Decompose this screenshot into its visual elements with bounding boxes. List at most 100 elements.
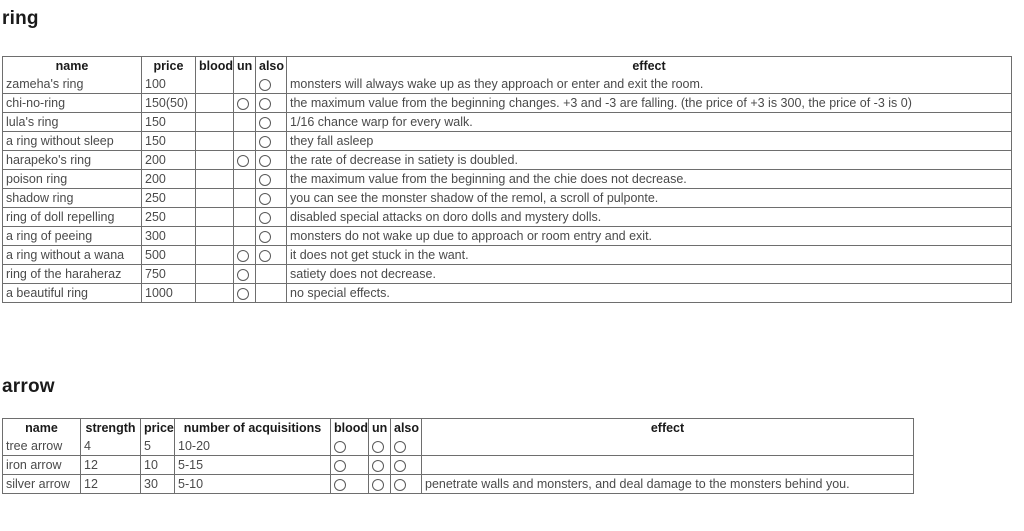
arrow-cell-acquisitions: 5-10 <box>175 475 331 493</box>
ring-cell-also <box>256 94 287 113</box>
circle-marker-icon <box>237 249 249 262</box>
ring-cell-un <box>234 265 256 284</box>
arrow-header-name: name <box>3 419 81 437</box>
table-row: ring of doll repelling 250 disabled specia… <box>3 208 1011 227</box>
circle-marker-icon <box>394 459 406 472</box>
ring-cell-blood <box>196 246 234 265</box>
arrow-cell-name: tree arrow <box>3 437 81 456</box>
arrow-cell-effect <box>422 456 913 475</box>
arrow-cell-strength: 12 <box>81 456 141 475</box>
arrow-header-strength: strength <box>81 419 141 437</box>
table-row: silver arrow 12 30 5-10 penetrate walls and … <box>3 475 913 493</box>
ring-header-effect: effect <box>632 59 666 73</box>
arrow-cell-effect <box>422 437 913 456</box>
ring-cell-name: lula's ring <box>3 113 142 132</box>
arrow-cell-un <box>369 475 391 493</box>
ring-cell-name: harapeko's ring <box>3 151 142 170</box>
table-row: poison ring 200 the maximum value from the… <box>3 170 1011 189</box>
ring-cell-blood <box>196 151 234 170</box>
arrow-cell-blood <box>331 475 369 493</box>
arrow-cell-price: 5 <box>141 437 175 456</box>
arrow-cell-blood <box>331 437 369 456</box>
ring-cell-blood <box>196 284 234 302</box>
ring-cell-price: 200 <box>142 151 196 170</box>
circle-marker-icon <box>259 116 271 129</box>
circle-marker-icon <box>259 230 271 243</box>
ring-cell-also <box>256 265 287 284</box>
ring-cell-name: a beautiful ring <box>3 284 142 302</box>
arrow-header-blood: blood <box>331 419 369 437</box>
ring-cell-blood <box>196 170 234 189</box>
circle-marker-icon <box>259 249 271 262</box>
table-row: ring of the haraheraz 750 satiety does not… <box>3 265 1011 284</box>
table-row: a ring of peeing 300 monsters do not wake … <box>3 227 1011 246</box>
circle-marker-icon <box>372 440 384 453</box>
ring-cell-name: a ring of peeing <box>3 227 142 246</box>
ring-cell-un <box>234 208 256 227</box>
ring-cell-also <box>256 113 287 132</box>
ring-cell-also <box>256 208 287 227</box>
ring-cell-also <box>256 132 287 151</box>
ring-cell-price: 750 <box>142 265 196 284</box>
ring-cell-un <box>234 151 256 170</box>
page-title-arrow: arrow <box>2 376 55 397</box>
ring-cell-price: 250 <box>142 208 196 227</box>
arrow-header-also: also <box>391 419 422 437</box>
ring-cell-also <box>256 151 287 170</box>
arrow-cell-strength: 12 <box>81 475 141 493</box>
ring-cell-price: 500 <box>142 246 196 265</box>
table-row: harapeko's ring 200 the rate of decrease i… <box>3 151 1011 170</box>
table-row: a ring without a wana 500 it does not get … <box>3 246 1011 265</box>
ring-cell-name: zameha's ring <box>3 75 142 94</box>
arrow-cell-also <box>391 437 422 456</box>
arrow-cell-also <box>391 475 422 493</box>
ring-cell-blood <box>196 75 234 94</box>
arrow-table: name strength price number of acquisitio… <box>2 418 914 494</box>
ring-cell-effect: disabled special attacks on doro dolls a… <box>287 208 1011 227</box>
table-row: tree arrow 4 5 10-20 <box>3 437 913 456</box>
table-row: iron arrow 12 10 5-15 <box>3 456 913 475</box>
circle-marker-icon <box>372 478 384 491</box>
circle-marker-icon <box>259 154 271 167</box>
ring-header-price: price <box>142 57 196 75</box>
circle-marker-icon <box>237 268 249 281</box>
arrow-cell-name: iron arrow <box>3 456 81 475</box>
ring-cell-price: 200 <box>142 170 196 189</box>
ring-cell-un <box>234 189 256 208</box>
ring-header-un: un <box>234 57 256 75</box>
ring-cell-effect: the rate of decrease in satiety is doubl… <box>287 151 1011 170</box>
table-row: shadow ring 250 you can see the monster sh… <box>3 189 1011 208</box>
circle-marker-icon <box>237 97 249 110</box>
arrow-cell-acquisitions: 5-15 <box>175 456 331 475</box>
arrow-cell-price: 30 <box>141 475 175 493</box>
arrow-header-un: un <box>369 419 391 437</box>
ring-cell-effect: the maximum value from the beginning cha… <box>287 94 1011 113</box>
ring-cell-price: 100 <box>142 75 196 94</box>
arrow-cell-effect: penetrate walls and monsters, and deal d… <box>425 477 850 491</box>
arrow-cell-acquisitions: 10-20 <box>175 437 331 456</box>
ring-table-header-row: name price blood un also effect <box>3 57 1011 75</box>
ring-cell-effect: the maximum value from the beginning and… <box>287 170 1011 189</box>
arrow-header-effect: effect <box>650 421 685 435</box>
ring-cell-un <box>234 94 256 113</box>
circle-marker-icon <box>259 192 271 205</box>
arrow-cell-blood <box>331 456 369 475</box>
ring-cell-name: shadow ring <box>3 189 142 208</box>
table-row: a beautiful ring 1000 no special effects. <box>3 284 1011 302</box>
ring-cell-also <box>256 284 287 302</box>
circle-marker-icon <box>394 440 406 453</box>
ring-cell-blood <box>196 265 234 284</box>
ring-cell-price: 250 <box>142 189 196 208</box>
page-root: ring name price blood un also effect zam… <box>0 0 1024 531</box>
ring-cell-effect: monsters do not wake up due to approach … <box>287 227 1011 246</box>
ring-cell-un <box>234 113 256 132</box>
arrow-header-acquisitions: number of acquisitions <box>175 419 331 437</box>
ring-cell-also <box>256 246 287 265</box>
circle-marker-icon <box>259 173 271 186</box>
ring-cell-blood <box>196 94 234 113</box>
ring-header-blood: blood <box>196 57 234 75</box>
arrow-cell-un <box>369 437 391 456</box>
ring-cell-also <box>256 227 287 246</box>
arrow-header-price: price <box>141 419 175 437</box>
ring-header-also: also <box>256 57 287 75</box>
